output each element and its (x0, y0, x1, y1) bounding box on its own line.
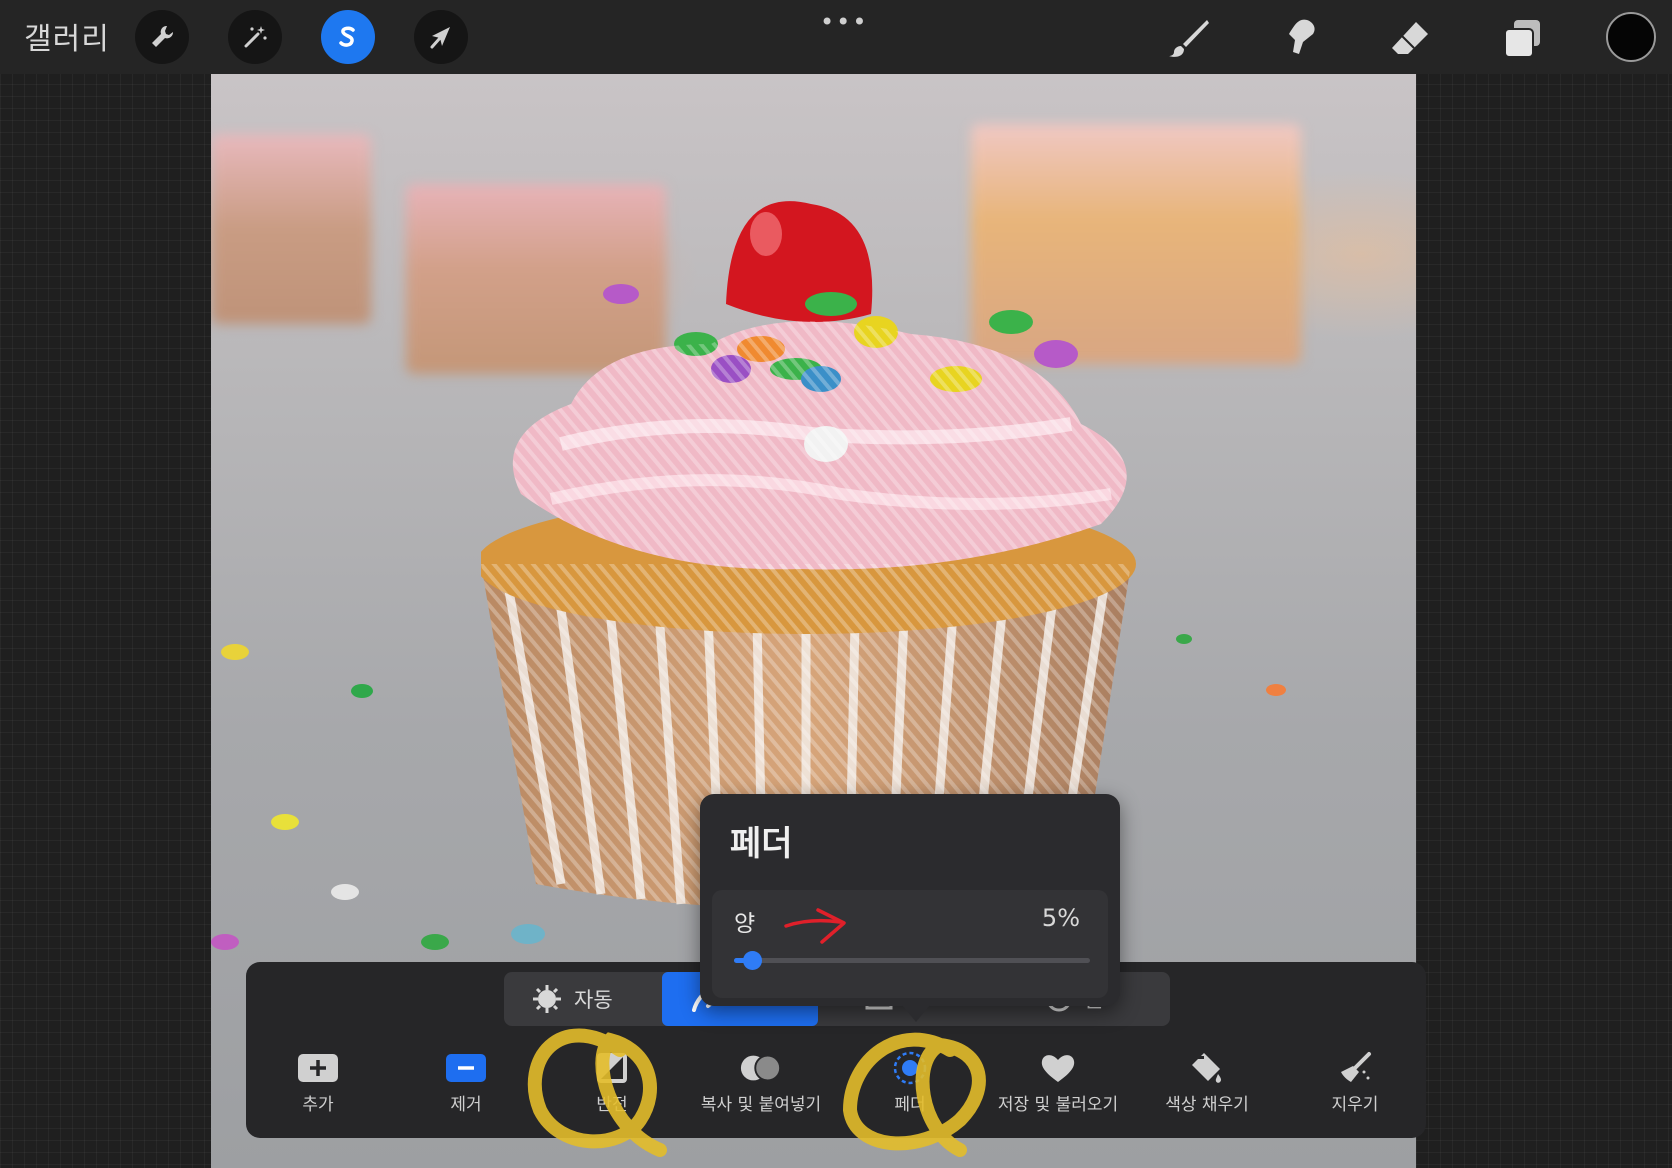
feather-button[interactable]: 페더 (830, 1050, 990, 1115)
feather-amount-slider[interactable] (734, 951, 1090, 970)
minus-icon (446, 1054, 486, 1082)
feather-amount-label: 양 (734, 911, 756, 937)
color-fill-button-label: 색상 채우기 (1165, 1095, 1249, 1115)
feather-amount-row: 양 5% (712, 890, 1108, 998)
eraser-icon[interactable] (1386, 14, 1434, 62)
transform-arrow-icon[interactable] (414, 10, 468, 64)
sprinkle (1266, 684, 1286, 696)
save-load-button[interactable]: 저장 및 불러오기 (978, 1050, 1138, 1115)
clear-brush-icon (1341, 1052, 1371, 1082)
feather-popover: 페더 양 5% (700, 794, 1120, 1006)
magic-wand-icon[interactable] (228, 10, 282, 64)
mode-auto-label: 자동 (574, 988, 613, 1012)
feather-amount-value: 5% (1041, 904, 1080, 932)
color-swatch[interactable] (1606, 12, 1656, 62)
copy-paste-button-label: 복사 및 붙여넣기 (700, 1095, 822, 1115)
invert-button-label: 반전 (596, 1095, 628, 1115)
add-button[interactable]: 추가 (238, 1050, 398, 1115)
feather-button-label: 페더 (894, 1095, 926, 1115)
sprinkle (351, 684, 373, 698)
color-fill-button[interactable]: 색상 채우기 (1127, 1050, 1287, 1115)
invert-button[interactable]: 반전 (532, 1050, 692, 1115)
smudge-icon[interactable] (1275, 14, 1323, 62)
selection-icon[interactable] (321, 10, 375, 64)
plus-icon (298, 1054, 338, 1082)
brush-icon[interactable] (1165, 14, 1213, 62)
clear-button-label: 지우기 (1331, 1095, 1379, 1115)
layers-icon[interactable] (1498, 14, 1546, 62)
color-fill-icon (1192, 1053, 1222, 1083)
clear-button[interactable]: 지우기 (1275, 1050, 1435, 1115)
sprinkle (271, 814, 299, 830)
feather-icon (893, 1051, 927, 1085)
sprinkle (211, 934, 239, 950)
feather-slider-knob[interactable] (743, 951, 762, 970)
more-options-icon[interactable]: ••• (820, 8, 868, 36)
remove-button-label: 제거 (450, 1095, 482, 1115)
sprinkle (221, 644, 249, 660)
background-cupcake (211, 134, 371, 324)
selection-actions: 추가 제거 반전 복사 및 붙여넣기 페더 저장 및 불러오기 색상 채우기 지… (246, 1050, 1426, 1130)
remove-button[interactable]: 제거 (386, 1050, 546, 1115)
heart-icon (1041, 1055, 1075, 1082)
popover-pointer (898, 1000, 934, 1022)
copy-paste-icon (740, 1054, 782, 1082)
sprinkle (331, 884, 359, 900)
mode-auto[interactable]: 자동 (532, 972, 652, 1026)
add-button-label: 추가 (302, 1095, 334, 1115)
auto-sun-icon (533, 985, 561, 1013)
gallery-button[interactable]: 갤러리 (24, 14, 110, 58)
sprinkle (421, 934, 449, 950)
top-toolbar: 갤러리 ••• (0, 0, 1672, 74)
invert-icon (597, 1053, 627, 1083)
copy-paste-button[interactable]: 복사 및 붙여넣기 (681, 1050, 841, 1115)
wrench-icon[interactable] (135, 10, 189, 64)
save-load-button-label: 저장 및 불러오기 (997, 1095, 1119, 1115)
feather-popover-title: 페더 (730, 824, 793, 864)
